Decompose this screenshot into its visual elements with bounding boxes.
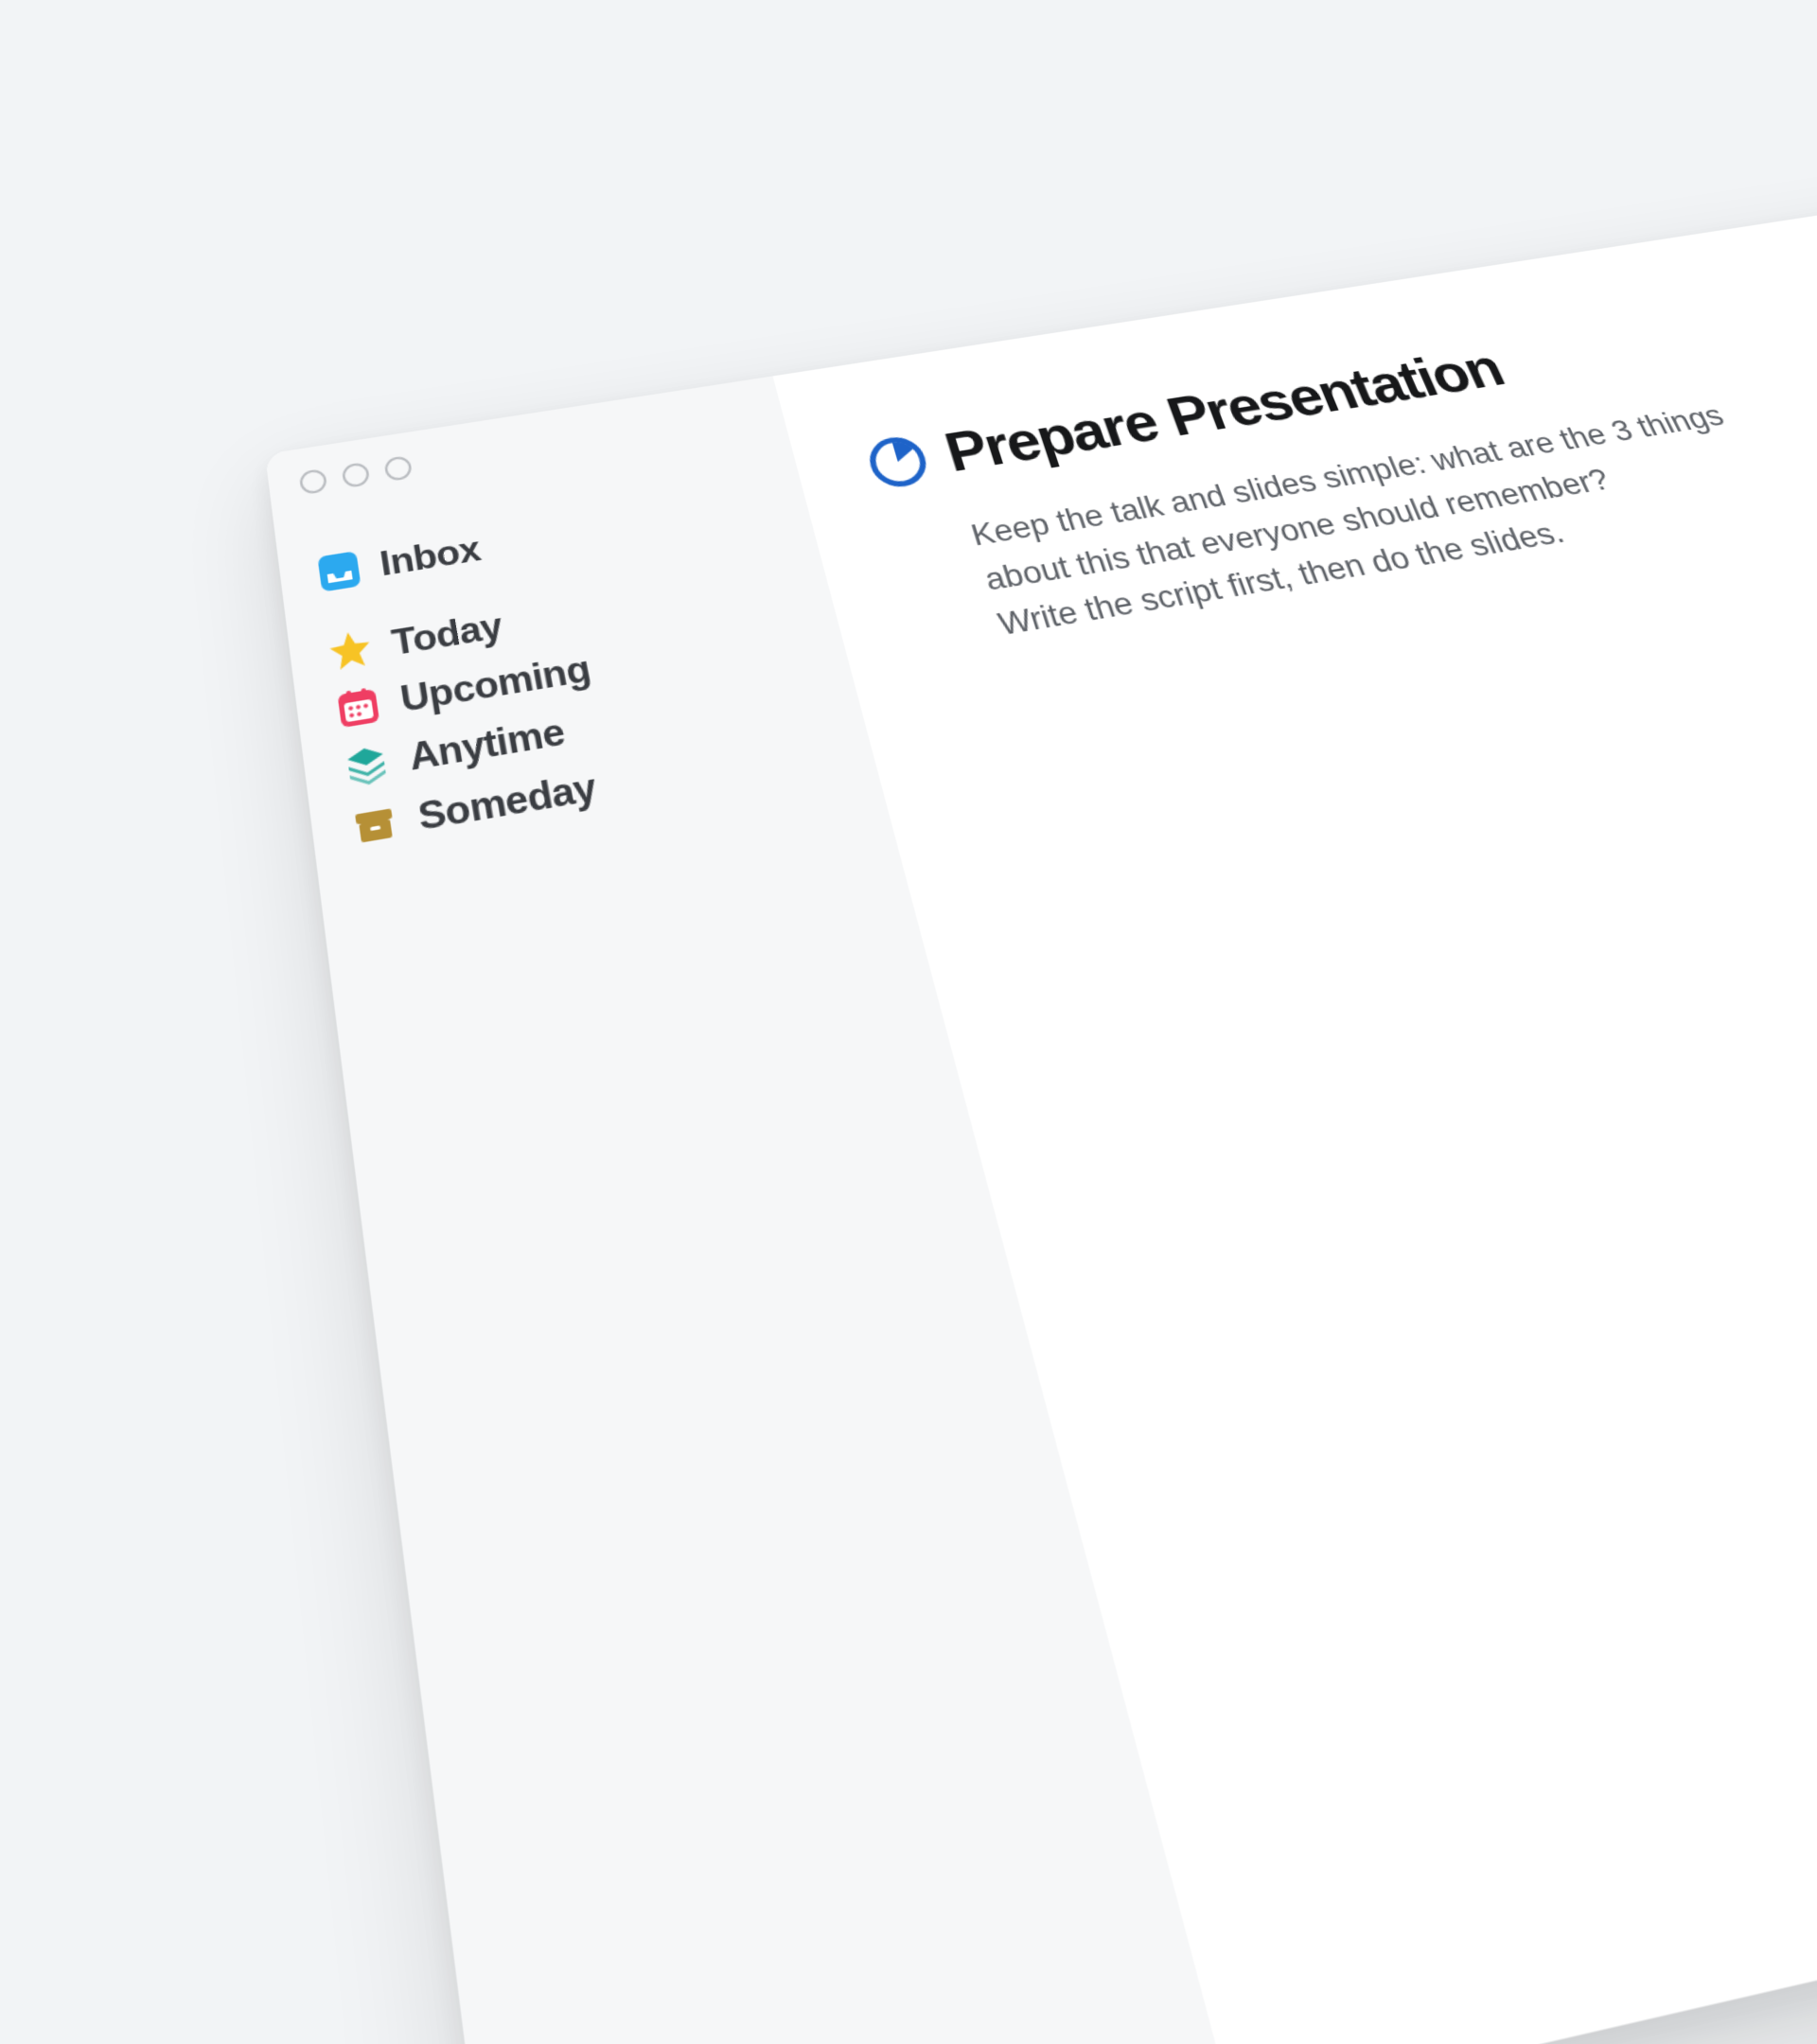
calendar-icon xyxy=(333,682,384,731)
sidebar-item-label: Inbox xyxy=(378,529,484,585)
star-icon xyxy=(326,626,376,675)
sidebar-nav: Inbox Today xyxy=(309,476,844,860)
app-window: Inbox Today xyxy=(265,123,1817,2044)
archive-box-icon xyxy=(348,799,401,851)
perspective-stage: Inbox Today xyxy=(0,0,1817,1022)
stack-icon xyxy=(341,739,393,790)
window-close-button[interactable] xyxy=(299,468,328,496)
window-controls xyxy=(299,402,755,495)
project-progress-icon xyxy=(862,432,935,492)
window-minimize-button[interactable] xyxy=(341,462,370,488)
window-zoom-button[interactable] xyxy=(383,455,413,482)
inbox-icon xyxy=(314,548,363,594)
